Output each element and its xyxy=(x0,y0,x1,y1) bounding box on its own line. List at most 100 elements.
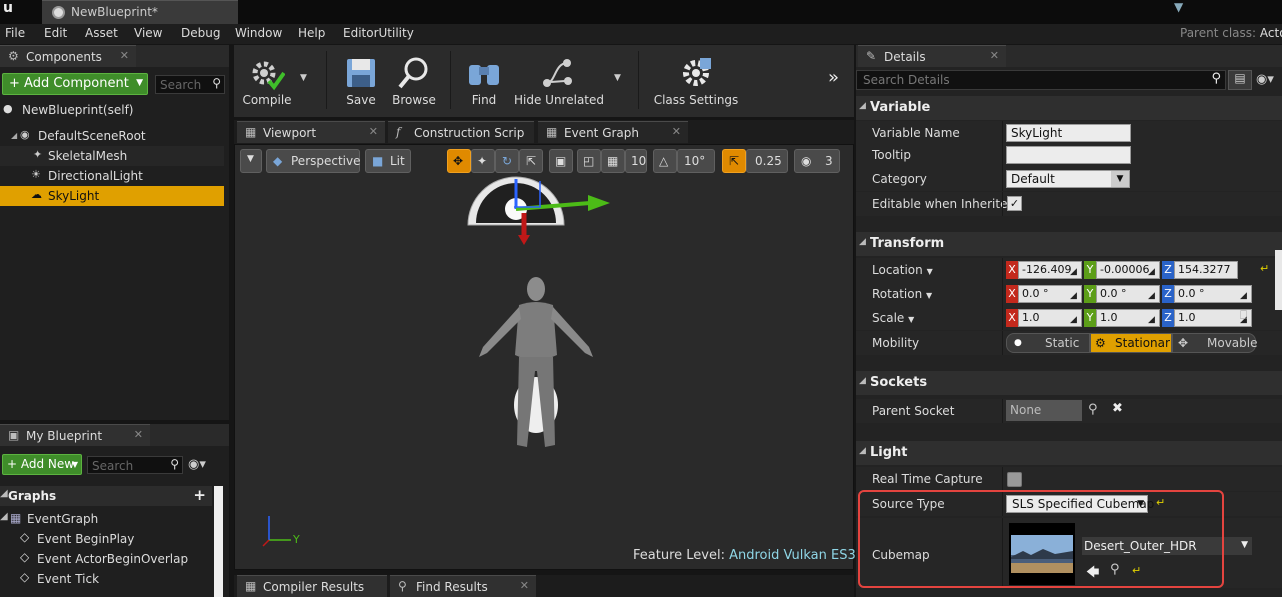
category-dropdown[interactable]: Default ▼ xyxy=(1006,170,1130,188)
variable-name-field[interactable]: SkyLight xyxy=(1006,124,1131,142)
eye-icon[interactable]: ◉▾ xyxy=(1256,72,1274,87)
tree-item-defaultsceneroot[interactable]: ◢ ◉ DefaultSceneRoot xyxy=(0,126,224,146)
editable-inherited-checkbox[interactable]: ✓ xyxy=(1007,196,1022,211)
location-x-field[interactable]: -126.409 ◢ xyxy=(1018,261,1082,279)
menu-edit[interactable]: Edit xyxy=(44,26,67,40)
tree-item-skylight[interactable]: ☁ SkyLight xyxy=(0,186,224,206)
drag-handle-icon[interactable]: ◢ xyxy=(1148,288,1157,301)
drag-handle-icon[interactable]: ◢ xyxy=(1148,264,1157,277)
rotation-x-field[interactable]: 0.0 ° ◢ xyxy=(1018,285,1082,303)
lock-icon[interactable]: ⎕ xyxy=(1240,308,1247,323)
real-time-capture-checkbox[interactable] xyxy=(1007,472,1022,487)
column-divider[interactable] xyxy=(1002,331,1003,355)
browse-button[interactable]: Browse xyxy=(388,45,440,113)
rotate-mode-button[interactable]: ✦ xyxy=(471,149,495,173)
parent-socket-field[interactable]: None xyxy=(1006,400,1082,421)
rotation-z-field[interactable]: 0.0 ° ◢ xyxy=(1174,285,1252,303)
graph-item-eventgraph[interactable]: ◢ ▦ EventGraph xyxy=(0,509,212,529)
mobility-stationary-option[interactable]: ⚙ Stationar xyxy=(1090,333,1172,353)
grid-snap-button[interactable]: ▦ xyxy=(601,149,625,173)
drag-handle-icon[interactable]: ◢ xyxy=(1070,264,1079,277)
expand-arrow-icon[interactable]: ◢ xyxy=(11,131,17,140)
close-icon[interactable]: ✕ xyxy=(672,125,681,138)
perspective-button[interactable]: ◆ Perspective xyxy=(266,149,361,173)
grid-snap-value[interactable]: 10 xyxy=(625,149,647,173)
feature-level-value[interactable]: Android Vulkan ES31 xyxy=(729,548,864,563)
compile-options-chevron-icon[interactable]: ▼ xyxy=(300,73,307,83)
close-icon[interactable]: ✕ xyxy=(120,49,129,62)
drag-handle-icon[interactable]: ◢ xyxy=(1070,288,1079,301)
column-divider[interactable] xyxy=(1002,121,1003,145)
tooltip-field[interactable] xyxy=(1006,146,1131,164)
column-divider[interactable] xyxy=(1002,258,1003,282)
tab-compiler-results[interactable]: ▦ Compiler Results xyxy=(237,575,387,597)
menu-view[interactable]: View xyxy=(134,26,162,40)
viewport[interactable]: ▼ ◆ Perspective ■ Lit ✥ ✦ ↻ ⇱ ▣ ◰ ▦ 10 △… xyxy=(234,144,864,570)
location-z-field[interactable]: 154.3277 xyxy=(1174,261,1238,279)
drag-handle-icon[interactable]: ◢ xyxy=(1070,312,1079,325)
parent-class-value[interactable]: Acto xyxy=(1260,26,1282,40)
graph-item-tick[interactable]: ◇ Event Tick xyxy=(0,569,212,589)
viewport-options-button[interactable]: ▼ xyxy=(240,149,262,173)
category-sockets[interactable]: ◢ Sockets xyxy=(856,371,1282,395)
close-icon[interactable]: ✕ xyxy=(134,428,143,441)
column-divider[interactable] xyxy=(1002,467,1003,491)
myblueprint-search-input[interactable]: Search ⚲ xyxy=(87,456,183,474)
menu-editorutility[interactable]: EditorUtility xyxy=(343,26,414,40)
tree-item-skeletalmesh[interactable]: ✦ SkeletalMesh xyxy=(0,146,224,166)
column-divider[interactable] xyxy=(1002,167,1003,191)
clear-icon[interactable]: ✖ xyxy=(1112,401,1123,416)
reset-to-default-icon[interactable]: ↵ xyxy=(1260,262,1269,275)
scrollbar[interactable] xyxy=(214,486,223,597)
skylight-gizmo[interactable] xyxy=(460,173,620,253)
save-button[interactable]: Save xyxy=(336,45,386,113)
category-variable[interactable]: ◢ Variable xyxy=(856,96,1282,120)
property-matrix-icon[interactable]: ▤ xyxy=(1228,70,1252,90)
find-button[interactable]: Find xyxy=(458,45,510,113)
tab-viewport[interactable]: ▦ Viewport ✕ xyxy=(237,121,385,143)
hide-unrelated-button[interactable]: Hide Unrelated xyxy=(514,45,604,113)
tab-construction-script[interactable]: f Construction Scrip xyxy=(388,121,534,143)
tree-item-directionallight[interactable]: ☀ DirectionalLight xyxy=(0,166,224,186)
hide-unrelated-options-chevron-icon[interactable]: ▼ xyxy=(614,73,621,83)
tab-find-results[interactable]: ⚲ Find Results ✕ xyxy=(390,575,536,597)
eye-icon[interactable]: ◉▾ xyxy=(188,457,206,472)
drag-handle-icon[interactable]: ◢ xyxy=(1148,312,1157,325)
graphs-header[interactable]: Graphs ◢ + xyxy=(0,486,212,506)
world-space-button[interactable]: ▣ xyxy=(549,149,573,173)
drag-handle-icon[interactable]: ◢ xyxy=(1240,288,1249,301)
tab-event-graph[interactable]: ▦ Event Graph ✕ xyxy=(538,121,688,143)
lit-button[interactable]: ■ Lit xyxy=(365,149,411,173)
menu-file[interactable]: File xyxy=(5,26,25,40)
rotation-label[interactable]: Rotation ▼ xyxy=(872,287,932,301)
scale-y-field[interactable]: 1.0 ◢ xyxy=(1096,309,1160,327)
translate-mode-button[interactable]: ✥ xyxy=(447,149,471,173)
menu-debug[interactable]: Debug xyxy=(181,26,220,40)
tab-components[interactable]: ⚙ Components ✕ xyxy=(0,45,136,67)
tab-details[interactable]: ✎ Details ✕ xyxy=(858,45,1006,67)
scale-mode-button[interactable]: ⇱ xyxy=(519,149,543,173)
menu-help[interactable]: Help xyxy=(298,26,325,40)
world-local-button[interactable]: ↻ xyxy=(495,149,519,173)
close-icon[interactable]: ✕ xyxy=(990,49,999,62)
skeletal-mesh-preview[interactable] xyxy=(461,275,611,455)
document-tab[interactable]: NewBlueprint* xyxy=(42,0,238,24)
rotation-y-field[interactable]: 0.0 ° ◢ xyxy=(1096,285,1160,303)
graph-item-beginoverlap[interactable]: ◇ Event ActorBeginOverlap xyxy=(0,549,212,569)
search-icon[interactable]: ⚲ xyxy=(1088,402,1098,417)
scale-snap-button[interactable]: ⇱ xyxy=(722,149,746,173)
components-search-input[interactable]: Search ⚲ xyxy=(155,75,225,94)
tree-item-newblueprint[interactable]: ● NewBlueprint(self) xyxy=(0,100,224,120)
camera-speed-button[interactable]: ◉ 3 xyxy=(794,149,840,173)
column-divider[interactable] xyxy=(1002,192,1003,216)
class-settings-button[interactable]: Class Settings xyxy=(648,45,744,113)
expand-arrow-icon[interactable]: ◢ xyxy=(0,511,8,522)
menu-asset[interactable]: Asset xyxy=(85,26,118,40)
column-divider[interactable] xyxy=(1002,399,1003,423)
scale-snap-value[interactable]: 0.25 xyxy=(746,149,788,173)
tab-my-blueprint[interactable]: ▣ My Blueprint ✕ xyxy=(0,424,150,446)
rotation-snap-value[interactable]: 10° xyxy=(677,149,715,173)
mobility-static-option[interactable]: ● Static xyxy=(1006,333,1090,353)
column-divider[interactable] xyxy=(1002,282,1003,306)
details-scrollbar[interactable] xyxy=(1275,250,1282,310)
